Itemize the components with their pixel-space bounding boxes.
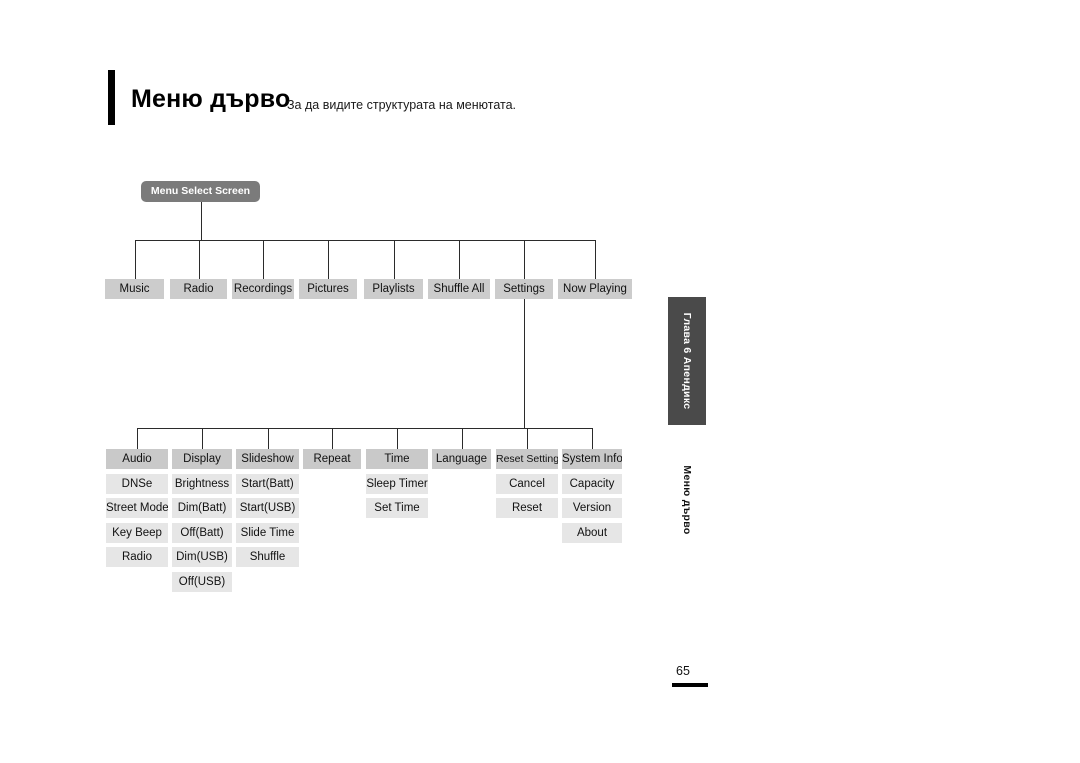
chapter-tab: Глава 6 Апендикс bbox=[668, 297, 706, 425]
connector-settings-drop bbox=[137, 428, 138, 449]
tree-node-item-slideshow-start-usb-: Start(USB) bbox=[236, 498, 299, 518]
connector-level1-bus bbox=[135, 240, 596, 241]
tree-node-group-repeat: Repeat bbox=[303, 449, 361, 469]
tree-node-item-audio-key-beep: Key Beep bbox=[106, 523, 168, 543]
connector-level1-drop bbox=[199, 240, 200, 279]
tree-node-item-slideshow-slide-time: Slide Time bbox=[236, 523, 299, 543]
connector-level1-drop bbox=[394, 240, 395, 279]
section-tab-label: Меню дърво bbox=[681, 465, 693, 535]
connector-level1-drop bbox=[263, 240, 264, 279]
tree-node-item-reset-settings-reset: Reset bbox=[496, 498, 558, 518]
connector-settings-drop bbox=[462, 428, 463, 449]
tree-node-item-display-off-batt-: Off(Batt) bbox=[172, 523, 232, 543]
tree-node-item-time-set-time: Set Time bbox=[366, 498, 428, 518]
connector-settings-trunk bbox=[524, 299, 525, 428]
tree-node-item-time-sleep-timer: Sleep Timer bbox=[366, 474, 428, 494]
connector-settings-drop bbox=[592, 428, 593, 449]
connector-level1-drop bbox=[135, 240, 136, 279]
tree-node-level1-music: Music bbox=[105, 279, 164, 299]
tree-node-item-display-dim-usb-: Dim(USB) bbox=[172, 547, 232, 567]
page-number-rule bbox=[672, 683, 708, 687]
page-title: Меню дърво bbox=[131, 85, 291, 113]
tree-node-level1-pictures: Pictures bbox=[299, 279, 357, 299]
section-tab: Меню дърво bbox=[668, 440, 706, 560]
tree-node-item-audio-radio: Radio bbox=[106, 547, 168, 567]
tree-node-level1-settings: Settings bbox=[495, 279, 553, 299]
connector-level1-drop bbox=[459, 240, 460, 279]
tree-node-item-display-brightness: Brightness bbox=[172, 474, 232, 494]
tree-node-level1-playlists: Playlists bbox=[364, 279, 423, 299]
page-subtitle: За да видите структурата на менютата. bbox=[287, 98, 517, 112]
tree-node-group-time: Time bbox=[366, 449, 428, 469]
connector-settings-bus bbox=[137, 428, 592, 429]
tree-node-item-audio-dnse: DNSe bbox=[106, 474, 168, 494]
tree-node-group-reset-settings: Reset Settings bbox=[496, 449, 558, 469]
tree-node-root: Menu Select Screen bbox=[141, 181, 260, 202]
tree-node-level1-shuffle-all: Shuffle All bbox=[428, 279, 490, 299]
tree-node-level1-recordings: Recordings bbox=[232, 279, 294, 299]
tree-node-item-system-info-capacity: Capacity bbox=[562, 474, 622, 494]
connector-root-trunk bbox=[201, 202, 202, 240]
page-canvas: Меню дърво За да видите структурата на м… bbox=[0, 0, 1080, 763]
tree-node-group-slideshow: Slideshow bbox=[236, 449, 299, 469]
tree-node-item-slideshow-shuffle: Shuffle bbox=[236, 547, 299, 567]
tree-node-group-language: Language bbox=[432, 449, 491, 469]
connector-settings-drop bbox=[202, 428, 203, 449]
connector-level1-drop bbox=[595, 240, 596, 279]
tree-node-item-system-info-about: About bbox=[562, 523, 622, 543]
tree-node-item-slideshow-start-batt-: Start(Batt) bbox=[236, 474, 299, 494]
connector-settings-drop bbox=[332, 428, 333, 449]
tree-node-level1-radio: Radio bbox=[170, 279, 227, 299]
tree-node-item-system-info-version: Version bbox=[562, 498, 622, 518]
tree-node-item-display-dim-batt-: Dim(Batt) bbox=[172, 498, 232, 518]
tree-node-item-reset-settings-cancel: Cancel bbox=[496, 474, 558, 494]
tree-node-group-display: Display bbox=[172, 449, 232, 469]
chapter-tab-label: Глава 6 Апендикс bbox=[681, 312, 693, 410]
title-accent-bar bbox=[108, 70, 115, 125]
connector-level1-drop bbox=[328, 240, 329, 279]
connector-settings-drop bbox=[268, 428, 269, 449]
tree-node-level1-now-playing: Now Playing bbox=[558, 279, 632, 299]
tree-node-group-system-info: System Info bbox=[562, 449, 622, 469]
page-number: 65 bbox=[676, 664, 690, 678]
tree-node-group-audio: Audio bbox=[106, 449, 168, 469]
tree-node-item-display-off-usb-: Off(USB) bbox=[172, 572, 232, 592]
connector-settings-drop bbox=[397, 428, 398, 449]
connector-settings-drop bbox=[527, 428, 528, 449]
connector-level1-drop bbox=[524, 240, 525, 279]
tree-node-item-audio-street-mode: Street Mode bbox=[106, 498, 168, 518]
